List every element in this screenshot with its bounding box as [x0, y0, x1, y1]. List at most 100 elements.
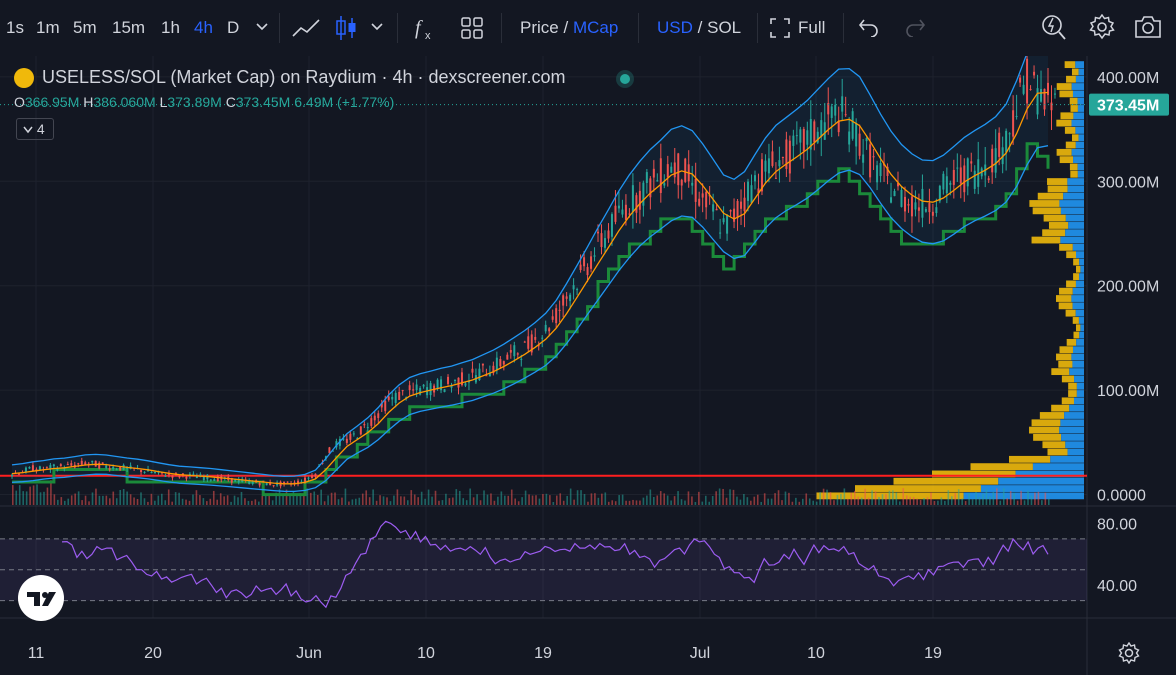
candle-body	[523, 341, 526, 343]
volume-bar	[36, 484, 38, 505]
chevron-down-icon[interactable]	[255, 22, 269, 32]
candle-body	[841, 96, 844, 112]
candle-body	[569, 294, 572, 302]
quick-search-icon[interactable]	[1041, 13, 1067, 41]
candle-body	[112, 466, 115, 469]
time-axis-tick: 20	[144, 645, 162, 662]
usd-label[interactable]: USD	[657, 18, 693, 37]
volume-bar	[905, 495, 908, 505]
candle-body	[642, 182, 645, 206]
volume-bar	[22, 491, 24, 505]
candle-body	[914, 202, 917, 210]
candle-body	[495, 357, 498, 371]
candle-body	[558, 309, 561, 312]
volume-bar	[393, 495, 395, 505]
volume-bar	[801, 498, 804, 505]
volume-profile-bar-down	[1066, 280, 1076, 288]
volume-bar	[147, 501, 149, 505]
currency-toggle[interactable]: USD / SOL	[657, 18, 741, 38]
timeframe-1m[interactable]: 1m	[36, 18, 60, 38]
volume-bar	[400, 496, 402, 505]
chart-area[interactable]: 400.00M 300.00M 200.00M 100.00M 0.0000 373.45…	[0, 56, 1176, 675]
volume-bar	[330, 492, 333, 505]
volume-bar	[950, 496, 953, 505]
volume-bar	[642, 497, 645, 505]
volume-profile-bar-down	[970, 463, 1033, 471]
volume-profile-bar-down	[1059, 90, 1073, 98]
volume-profile-bar-up	[1067, 185, 1084, 193]
volume-bar	[206, 501, 208, 505]
timeframe-5m[interactable]: 5m	[73, 18, 97, 38]
indicators-fx-icon[interactable]: f x	[413, 14, 439, 42]
timeframe-1h[interactable]: 1h	[161, 18, 180, 38]
candle-body	[502, 361, 505, 365]
tradingview-logo[interactable]	[18, 575, 64, 621]
candle-body	[1015, 115, 1018, 117]
indicators-toggle[interactable]: 4	[16, 118, 54, 140]
fullscreen-icon[interactable]	[770, 18, 790, 38]
gear-icon[interactable]	[1089, 14, 1115, 40]
price-mcap-toggle[interactable]: Price / MCap	[520, 18, 618, 38]
volume-bar	[753, 496, 756, 505]
candle-body	[952, 169, 955, 185]
chart-settings-icon[interactable]	[1118, 642, 1140, 664]
volume-bar	[777, 490, 780, 505]
volume-bar	[763, 493, 766, 505]
volume-bar	[944, 500, 946, 505]
volume-bar	[594, 493, 596, 505]
redo-icon[interactable]	[904, 17, 926, 37]
volume-bar	[91, 492, 94, 505]
candle-body	[837, 121, 840, 133]
volume-bar	[46, 487, 49, 505]
candlestick-icon[interactable]	[334, 14, 358, 42]
candle-body	[195, 476, 198, 479]
timeframe-1s[interactable]: 1s	[6, 18, 24, 38]
volume-profile-bar-up	[1077, 170, 1084, 178]
layout-grid-icon[interactable]	[461, 17, 483, 39]
volume-bar	[808, 498, 811, 505]
volume-bar	[916, 498, 918, 505]
volume-profile-bar-up	[1072, 287, 1084, 295]
volume-profile-bar-down	[1072, 317, 1079, 324]
candle-body	[464, 383, 467, 386]
candle-body	[478, 368, 481, 381]
timeframe-D[interactable]: D	[227, 18, 239, 38]
camera-icon[interactable]	[1134, 15, 1162, 39]
volume-bar	[892, 490, 894, 505]
volume-bar	[659, 491, 662, 505]
timeframe-15m[interactable]: 15m	[112, 18, 145, 38]
sol-label[interactable]: SOL	[707, 18, 741, 37]
candle-body	[544, 324, 547, 332]
candle-body	[924, 209, 927, 212]
candle-body	[733, 208, 736, 222]
volume-bar	[673, 496, 676, 505]
volume-bar	[81, 500, 83, 505]
volume-profile-bar-up	[1080, 324, 1084, 332]
candle-body	[551, 316, 554, 320]
candle-body	[844, 114, 847, 116]
symbol-title[interactable]: USELESS/SOL (Market Cap) on Raydium · 4h…	[42, 67, 566, 88]
volume-bar	[105, 495, 108, 505]
volume-profile-bar-up	[1079, 331, 1084, 339]
volume-profile-bar-down	[1059, 287, 1073, 295]
time-axis-tick: 19	[534, 645, 552, 662]
volume-bar	[573, 499, 575, 505]
volume-profile-bar-down	[1059, 156, 1074, 164]
candle-body	[59, 464, 62, 467]
candle-body	[855, 122, 858, 147]
candle-body	[11, 474, 13, 477]
candle-body	[614, 205, 617, 222]
chevron-down-icon[interactable]	[370, 22, 384, 32]
price-label[interactable]: Price	[520, 18, 559, 37]
volume-bar	[483, 490, 485, 505]
full-button[interactable]: Full	[798, 18, 825, 38]
undo-icon[interactable]	[858, 17, 880, 37]
timeframe-4h[interactable]: 4h	[194, 18, 213, 38]
candle-body	[1026, 58, 1029, 104]
mcap-label[interactable]: MCap	[573, 18, 618, 37]
line-chart-icon[interactable]	[291, 16, 323, 40]
volume-profile-bar-down	[1056, 148, 1072, 156]
volume-bar	[77, 491, 80, 505]
volume-bar	[136, 498, 139, 505]
candle-body	[565, 296, 568, 299]
